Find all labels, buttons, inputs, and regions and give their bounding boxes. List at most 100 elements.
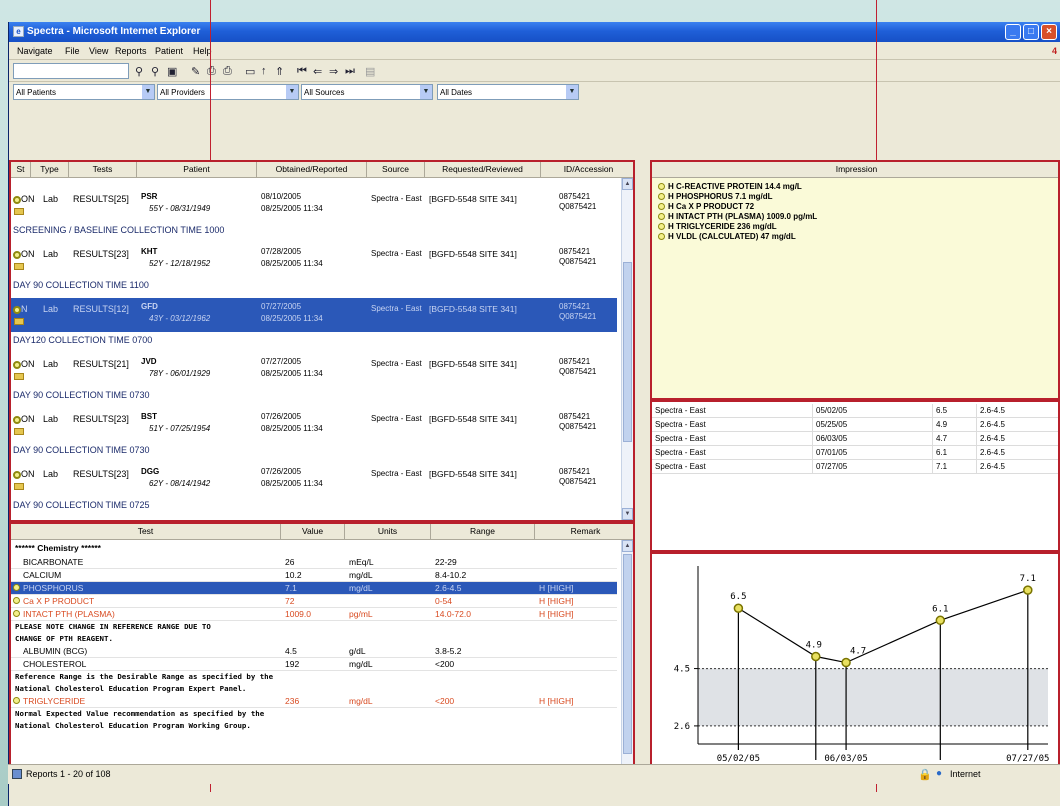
reports-scrollbar[interactable]: ▲ ▼ — [621, 178, 633, 520]
date-filter-select[interactable]: All Dates ▼ — [437, 84, 579, 100]
find-next-icon[interactable]: ⚲ — [151, 65, 159, 78]
status-text: N — [21, 304, 28, 314]
accession-q: Q0875421 — [559, 257, 597, 266]
col-header-obtained[interactable]: Obtained/Reported — [257, 162, 367, 178]
tests-scrollbar[interactable]: ▲ ▼ — [621, 540, 633, 778]
lock-icon: 🔒 — [918, 769, 932, 781]
test-range: 0-54 — [435, 596, 453, 606]
report-type: Lab — [43, 359, 59, 369]
menu-reports[interactable]: Reports — [115, 46, 147, 56]
menu-patient[interactable]: Patient — [155, 46, 183, 56]
collection-note: DAY 90 COLLECTION TIME 0730 — [13, 390, 150, 400]
test-range: 22-29 — [435, 557, 457, 567]
report-row[interactable]: ON Lab RESULTS[21] JVD 78Y - 06/01/1929 07/27… — [11, 353, 617, 387]
print-all-icon[interactable]: ⎙ — [223, 65, 232, 78]
history-row[interactable]: Spectra - East 07/01/05 6.1 2.6-4.5 — [652, 446, 1058, 460]
col-header-type[interactable]: Type — [31, 162, 69, 178]
last-record-icon[interactable]: ⏭ — [345, 65, 355, 78]
scroll-up-icon[interactable]: ▲ — [622, 540, 633, 552]
provider-filter-select[interactable]: All Providers ▼ — [157, 84, 299, 100]
test-row[interactable]: CHOLESTEROL 192 mg/dL <200 — [11, 658, 617, 671]
report-row[interactable]: ON Lab RESULTS[23] KHT 52Y - 12/18/1952 07/28… — [11, 243, 617, 277]
next-record-icon[interactable]: ⇒ — [329, 65, 338, 78]
accession-id: 0875421 — [559, 412, 591, 421]
window-title: Spectra - Microsoft Internet Explorer — [27, 26, 201, 37]
requested-by: [BGFD-5548 SITE 341] — [429, 194, 517, 204]
history-range: 2.6-4.5 — [976, 404, 1058, 417]
test-results-list: ****** Chemistry ****** BICARBONATE 26 mEq/… — [11, 540, 623, 778]
minimize-button[interactable]: _ — [1005, 24, 1021, 40]
col-header-requested[interactable]: Requested/Reviewed — [425, 162, 541, 178]
menu-view[interactable]: View — [89, 46, 108, 56]
callout-line — [876, 0, 877, 160]
abnormal-flag-icon — [13, 584, 20, 591]
print-icon[interactable]: ⎙ — [207, 65, 216, 78]
report-row[interactable]: ON Lab RESULTS[23] DGG 62Y - 08/14/1942 07/26… — [11, 463, 617, 497]
first-record-icon[interactable]: ⏮ — [297, 65, 307, 78]
scroll-down-icon[interactable]: ▼ — [622, 508, 633, 520]
test-range: <200 — [435, 696, 455, 706]
history-date: 06/03/05 — [812, 432, 932, 445]
title-bar: e Spectra - Microsoft Internet Explorer … — [9, 22, 1060, 42]
test-row[interactable]: CALCIUM 10.2 mg/dL 8.4-10.2 — [11, 569, 617, 582]
history-row[interactable]: Spectra - East 05/25/05 4.9 2.6-4.5 — [652, 418, 1058, 432]
history-row[interactable]: Spectra - East 06/03/05 4.7 2.6-4.5 — [652, 432, 1058, 446]
search-input[interactable] — [13, 63, 129, 79]
col-header-status[interactable]: St — [11, 162, 31, 178]
test-row[interactable]: PHOSPHORUS 7.1 mg/dL 2.6-4.5 H [HIGH] — [11, 582, 617, 595]
scroll-up-icon[interactable]: ▲ — [622, 178, 633, 190]
source-filter-select[interactable]: All Sources ▼ — [301, 84, 433, 100]
col-header-units[interactable]: Units — [345, 524, 431, 540]
previous-record-icon[interactable]: ⇐ — [313, 65, 322, 78]
x-tick-label: 05/02/05 — [717, 754, 760, 764]
test-row[interactable]: ALBUMIN (BCG) 4.5 g/dL 3.8-5.2 — [11, 645, 617, 658]
requested-by: [BGFD-5548 SITE 341] — [429, 359, 517, 369]
history-row[interactable]: Spectra - East 05/02/05 6.5 2.6-4.5 — [652, 404, 1058, 418]
patient-filter-select[interactable]: All Patients ▼ — [13, 84, 155, 100]
folder-icon[interactable]: ▭ — [245, 65, 255, 78]
close-button[interactable]: × — [1041, 24, 1057, 40]
history-row[interactable]: Spectra - East 07/27/05 7.1 2.6-4.5 — [652, 460, 1058, 474]
history-source: Spectra - East — [655, 434, 706, 443]
maximize-button[interactable]: □ — [1023, 24, 1039, 40]
filter-bar: All Patients ▼ All Providers ▼ All Sources… — [9, 82, 1060, 102]
test-row[interactable]: Ca X P PRODUCT 72 0-54 H [HIGH] — [11, 595, 617, 608]
menu-navigate[interactable]: Navigate — [17, 46, 53, 56]
test-row[interactable]: BICARBONATE 26 mEq/L 22-29 — [11, 556, 617, 569]
point-label: 7.1 — [1020, 574, 1036, 584]
status-indicator: ON — [13, 194, 35, 204]
history-source: Spectra - East — [655, 420, 706, 429]
test-range: <200 — [435, 659, 455, 669]
col-header-accession[interactable]: ID/Accession — [541, 162, 633, 178]
obtained-date: 08/10/2005 — [261, 192, 302, 201]
col-header-range[interactable]: Range — [431, 524, 535, 540]
scroll-thumb[interactable] — [623, 262, 632, 442]
binoculars-icon[interactable]: ⚲ — [135, 65, 143, 78]
sort-up-icon[interactable]: ↑ — [261, 65, 267, 77]
test-row[interactable]: INTACT PTH (PLASMA) 1009.0 pg/mL 14.0-72.0 H… — [11, 608, 617, 621]
col-header-patient[interactable]: Patient — [137, 162, 257, 178]
report-row[interactable]: ON Lab RESULTS[25] PSR 55Y - 08/31/1949 08/10… — [11, 188, 617, 222]
document-icon[interactable]: ▤ — [365, 65, 375, 78]
col-header-tests[interactable]: Tests — [69, 162, 137, 178]
col-header-test[interactable]: Test — [11, 524, 281, 540]
find-options-icon[interactable]: ▣ — [167, 65, 177, 78]
report-tests: RESULTS[23] — [73, 414, 129, 424]
col-header-value[interactable]: Value — [281, 524, 345, 540]
menu-file[interactable]: File — [65, 46, 80, 56]
col-header-remark[interactable]: Remark — [535, 524, 633, 540]
col-header-source[interactable]: Source — [367, 162, 425, 178]
report-type: Lab — [43, 414, 59, 424]
badge-number: 4 — [1051, 46, 1057, 56]
sort-up-all-icon[interactable]: ⇑ — [275, 65, 284, 78]
flag-icon[interactable]: ✎ — [191, 65, 200, 78]
test-range: 8.4-10.2 — [435, 570, 467, 580]
report-row[interactable]: N Lab RESULTS[12] GFD 43Y - 03/12/1962 07/27/… — [11, 298, 617, 332]
history-value: 4.9 — [932, 418, 976, 431]
test-row[interactable]: TRIGLYCERIDE 236 mg/dL <200 H [HIGH] — [11, 695, 617, 708]
requested-by: [BGFD-5548 SITE 341] — [429, 249, 517, 259]
chevron-down-icon: ▼ — [566, 85, 578, 99]
menu-help[interactable]: Help — [193, 46, 212, 56]
scroll-thumb[interactable] — [623, 554, 632, 754]
report-row[interactable]: ON Lab RESULTS[23] BST 51Y - 07/25/1954 07/26… — [11, 408, 617, 442]
